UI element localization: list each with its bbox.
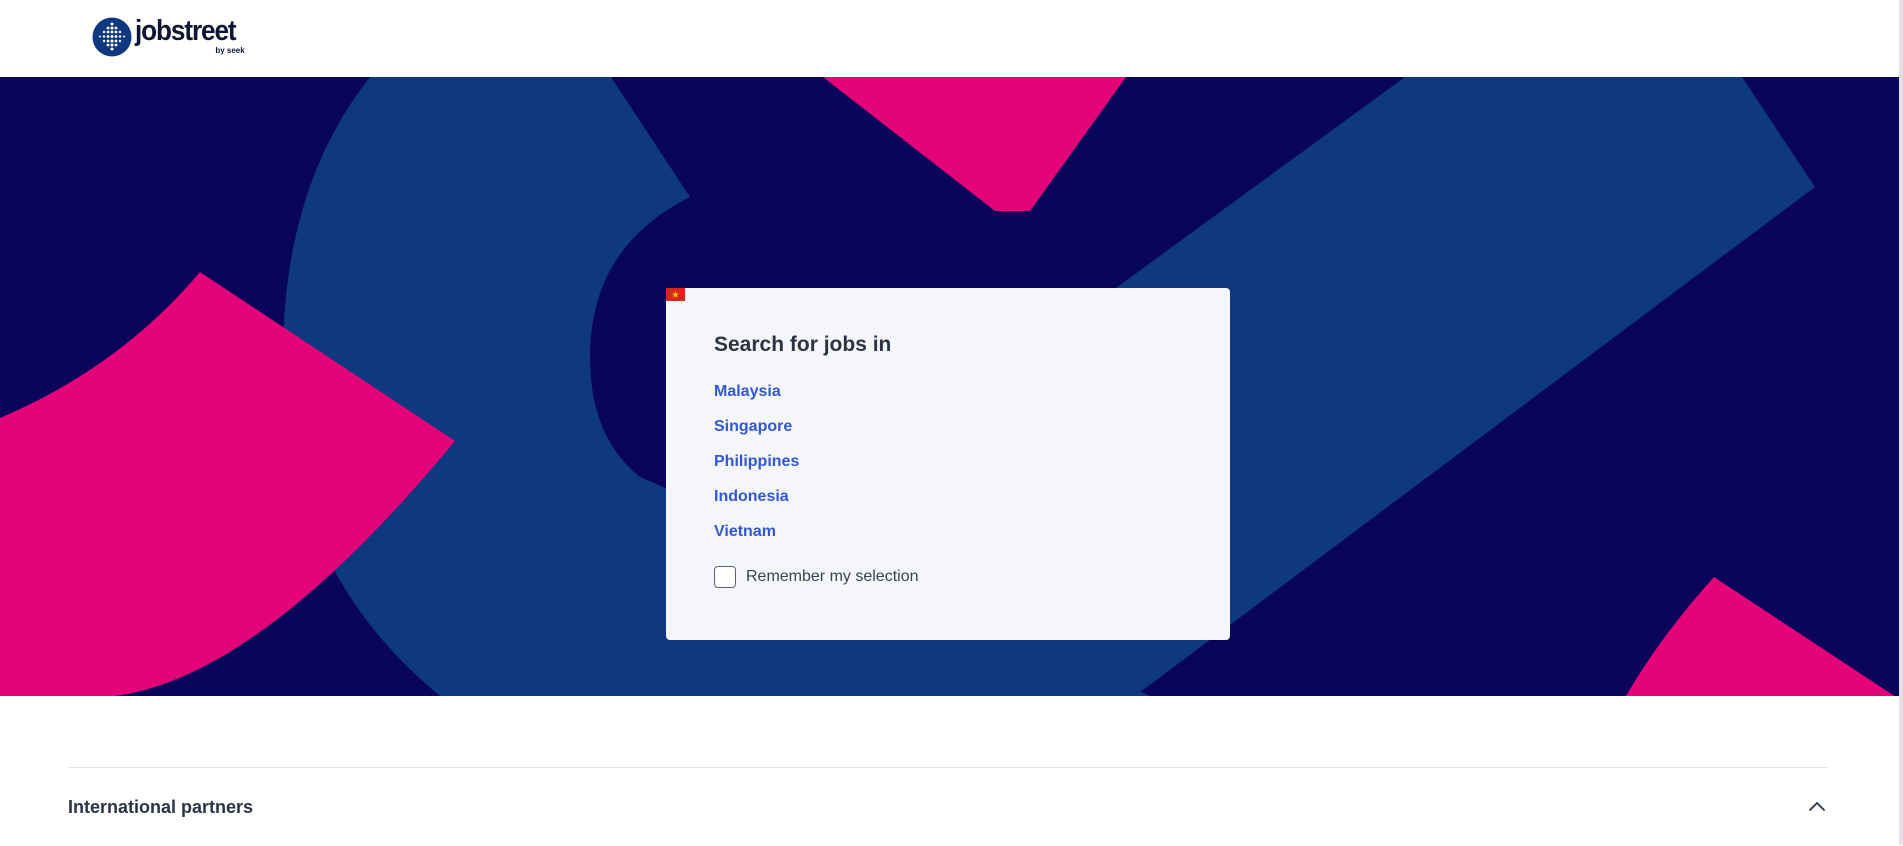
chevron-up-icon[interactable]	[1808, 800, 1826, 812]
card-title: Search for jobs in	[714, 333, 892, 356]
country-link-malaysia[interactable]: Malaysia	[714, 382, 781, 402]
country-selection-card: Search for jobs in Malaysia Singapore Ph…	[666, 288, 1230, 640]
remember-selection-checkbox[interactable]	[714, 566, 736, 588]
remember-selection-option[interactable]: Remember my selection	[714, 566, 1230, 588]
remember-selection-label: Remember my selection	[746, 568, 919, 585]
country-link-singapore[interactable]: Singapore	[714, 417, 792, 437]
list-item: Malaysia	[666, 288, 1230, 409]
country-link-philippines[interactable]: Philippines	[714, 452, 799, 472]
international-partners-section: International partners	[68, 767, 1828, 846]
list-item: Singapore	[666, 288, 1230, 444]
jobstreet-logo-icon	[92, 17, 132, 57]
brand-sub: by seek	[215, 46, 245, 55]
list-item: Indonesia	[666, 288, 1230, 514]
logo-wordmark: jobstreet by seek	[135, 15, 247, 57]
list-item: Philippines	[666, 288, 1230, 479]
jobstreet-logo[interactable]: jobstreet by seek	[92, 15, 247, 57]
hero-banner: Search for jobs in Malaysia Singapore Ph…	[0, 77, 1899, 696]
hero-pink-triangle-shape	[823, 77, 1126, 211]
country-link-indonesia[interactable]: Indonesia	[714, 487, 789, 507]
country-link-vietnam[interactable]: Vietnam	[714, 522, 776, 542]
brand-name: jobstreet	[135, 15, 237, 47]
international-partners-toggle[interactable]: International partners	[68, 797, 253, 818]
list-item: Vietnam	[666, 288, 1230, 549]
hero-pink-right-shape	[1626, 577, 1895, 696]
page-scrollbar[interactable]	[1899, 0, 1903, 845]
vietnam-flag-icon	[666, 288, 685, 301]
country-list: Malaysia Singapore Philippines Indonesia…	[666, 288, 1230, 549]
site-header: jobstreet by seek	[0, 0, 1899, 77]
